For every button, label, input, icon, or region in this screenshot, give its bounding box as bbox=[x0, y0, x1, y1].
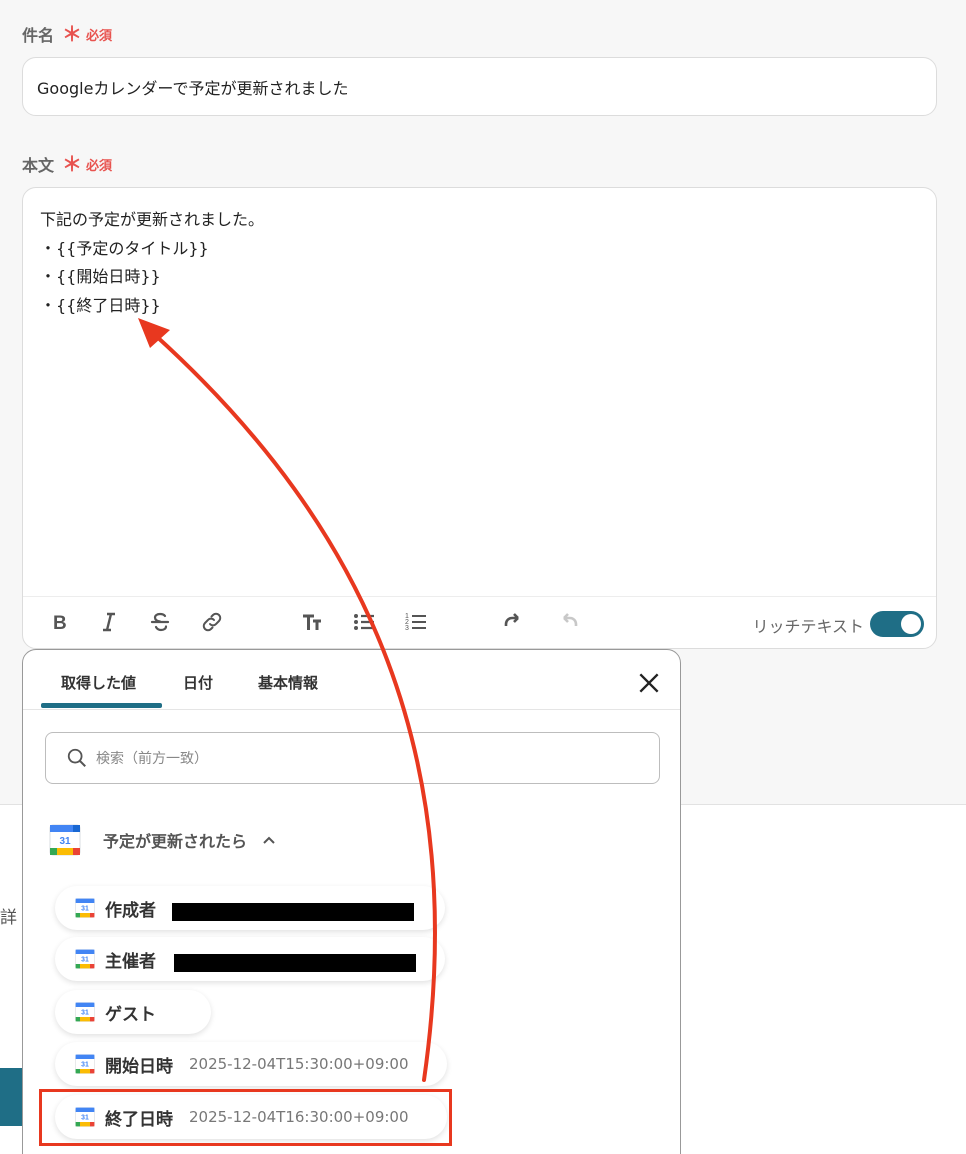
subject-label-text: 件名 bbox=[22, 26, 55, 45]
italic-button[interactable] bbox=[96, 609, 122, 635]
chip-label: ゲスト bbox=[105, 1004, 156, 1025]
numbered-list-button[interactable]: 123 bbox=[403, 609, 429, 635]
svg-text:31: 31 bbox=[59, 836, 71, 847]
svg-text:3: 3 bbox=[405, 625, 409, 632]
google-calendar-icon: 31 bbox=[49, 824, 81, 856]
variable-chip-start-datetime[interactable]: 31 開始日時 2025-12-04T15:30:00+09:00 bbox=[55, 1042, 447, 1086]
svg-text:31: 31 bbox=[81, 1062, 89, 1069]
toggle-knob bbox=[901, 614, 921, 634]
variable-chip-guest[interactable]: 31 ゲスト bbox=[55, 990, 211, 1034]
tab-acquired-values[interactable]: 取得した値 bbox=[61, 672, 136, 693]
detail-heading-fragment: 詳 bbox=[0, 908, 17, 928]
trigger-section-header[interactable]: 31 予定が更新されたら bbox=[49, 822, 277, 858]
chip-value: 2025-12-04T15:30:00+09:00 bbox=[189, 1055, 409, 1073]
required-asterisk: ＊ bbox=[62, 152, 83, 176]
primary-button-edge[interactable] bbox=[0, 1068, 22, 1126]
svg-text:31: 31 bbox=[81, 906, 89, 913]
body-line: ・{{予定のタイトル}} bbox=[40, 238, 209, 258]
redacted-value bbox=[174, 954, 416, 972]
body-line: ・{{開始日時}} bbox=[40, 267, 161, 286]
section-title: 予定が更新されたら bbox=[103, 832, 248, 851]
google-calendar-icon: 31 bbox=[75, 949, 95, 969]
bold-button[interactable]: B bbox=[47, 609, 73, 635]
bold-icon: B bbox=[53, 613, 67, 634]
tab-basic-info[interactable]: 基本情報 bbox=[258, 672, 318, 693]
variable-picker-panel: 取得した値 日付 基本情報 検索（前方一致） 31 予定が更新されたら 31 作… bbox=[22, 649, 681, 1154]
search-input[interactable]: 検索（前方一致） bbox=[45, 732, 660, 784]
rich-text-label: リッチテキスト bbox=[752, 617, 864, 636]
google-calendar-icon: 31 bbox=[75, 898, 95, 918]
numbered-list-icon: 123 bbox=[405, 613, 426, 632]
body-label-text: 本文 bbox=[22, 156, 55, 175]
chip-label: 作成者 bbox=[105, 900, 156, 921]
required-text: 必須 bbox=[86, 158, 113, 174]
strikethrough-icon bbox=[150, 612, 170, 632]
text-size-icon bbox=[303, 614, 321, 630]
subject-value: Googleカレンダーで予定が更新されました bbox=[37, 78, 349, 98]
redo-icon bbox=[563, 613, 578, 626]
editor-toolbar: B 123 リッチテキスト bbox=[23, 596, 936, 648]
undo-button[interactable] bbox=[502, 609, 528, 635]
body-label: 本文 ＊ 必須 bbox=[22, 152, 112, 176]
link-button[interactable] bbox=[199, 609, 225, 635]
body-editor[interactable]: 下記の予定が更新されました。 ・{{予定のタイトル}} ・{{開始日時}} ・{… bbox=[22, 187, 937, 649]
bullet-list-icon bbox=[354, 614, 374, 630]
redo-button[interactable] bbox=[554, 609, 580, 635]
google-calendar-icon: 31 bbox=[75, 1054, 95, 1074]
body-line: ・{{終了日時}} bbox=[40, 295, 161, 315]
required-asterisk: ＊ bbox=[62, 22, 83, 46]
subject-input[interactable]: Googleカレンダーで予定が更新されました bbox=[22, 57, 937, 116]
highlight-annotation-box bbox=[39, 1089, 452, 1146]
body-content[interactable]: 下記の予定が更新されました。 ・{{予定のタイトル}} ・{{開始日時}} ・{… bbox=[40, 206, 264, 320]
chip-label: 開始日時 bbox=[105, 1056, 173, 1077]
body-line: 下記の予定が更新されました。 bbox=[40, 210, 265, 229]
redacted-value bbox=[172, 903, 414, 921]
svg-text:B: B bbox=[53, 613, 67, 634]
link-icon bbox=[202, 612, 222, 632]
required-text: 必須 bbox=[86, 28, 113, 44]
italic-icon bbox=[103, 612, 115, 632]
tab-date[interactable]: 日付 bbox=[183, 672, 213, 693]
search-icon bbox=[67, 748, 86, 767]
search-placeholder: 検索（前方一致） bbox=[96, 751, 208, 767]
rich-text-toggle[interactable] bbox=[870, 611, 924, 637]
tab-bar: 取得した値 日付 基本情報 bbox=[23, 650, 680, 710]
svg-text:31: 31 bbox=[81, 957, 89, 964]
subject-label: 件名 ＊ 必須 bbox=[22, 22, 112, 46]
close-icon[interactable] bbox=[636, 670, 662, 696]
svg-text:31: 31 bbox=[81, 1010, 89, 1017]
active-tab-indicator bbox=[41, 703, 162, 708]
bullet-list-button[interactable] bbox=[351, 609, 377, 635]
undo-icon bbox=[504, 613, 519, 626]
google-calendar-icon: 31 bbox=[75, 1002, 95, 1022]
text-size-button[interactable] bbox=[299, 609, 325, 635]
chip-label: 主催者 bbox=[105, 951, 156, 972]
chevron-up-icon[interactable] bbox=[261, 832, 277, 848]
strikethrough-button[interactable] bbox=[147, 609, 173, 635]
